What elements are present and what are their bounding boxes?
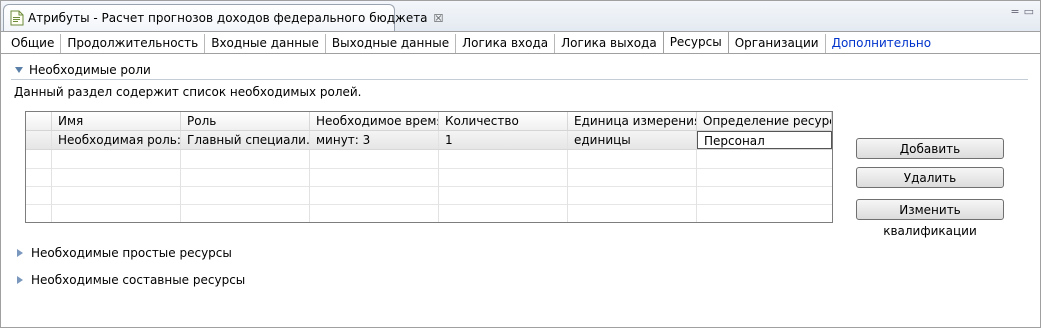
column-header[interactable]: Определение ресурса <box>697 112 832 130</box>
column-header[interactable]: Имя <box>52 112 181 130</box>
table-header-row: Имя Роль Необходимое время Количество Ед… <box>26 112 832 131</box>
window-controls: = ▭ <box>1010 5 1034 18</box>
column-header[interactable] <box>26 112 52 130</box>
composite-resources-section-header[interactable]: Необходимые составные ресурсы <box>15 273 245 287</box>
section-divider <box>11 79 1028 80</box>
column-header[interactable]: Роль <box>181 112 310 130</box>
empty-table-row <box>26 150 832 169</box>
tab-organizations[interactable]: Организации <box>729 34 826 53</box>
roles-section-header[interactable]: Необходимые роли <box>15 63 151 77</box>
change-qualifications-button[interactable]: Изменить квалификации <box>856 199 1004 238</box>
tab-inputs[interactable]: Входные данные <box>205 34 326 53</box>
tab-general[interactable]: Общие <box>5 34 62 53</box>
page-tabs: Общие Продолжительность Входные данные В… <box>5 31 938 54</box>
empty-table-row <box>26 204 832 222</box>
roles-section-title: Необходимые роли <box>29 63 151 77</box>
minimize-icon[interactable]: = <box>1010 5 1019 18</box>
simple-resources-title: Необходимые простые ресурсы <box>31 246 232 260</box>
table-cell[interactable]: 1 <box>439 131 568 149</box>
roles-table: Имя Роль Необходимое время Количество Ед… <box>25 111 833 223</box>
empty-table-row <box>26 186 832 205</box>
tabs-divider <box>1 53 1040 54</box>
composite-resources-title: Необходимые составные ресурсы <box>31 273 246 287</box>
tab-resources[interactable]: Ресурсы <box>662 31 729 54</box>
close-icon[interactable]: ☒ <box>434 12 444 25</box>
table-cell[interactable]: Необходимая роль:1 <box>52 131 181 149</box>
column-header[interactable]: Количество <box>439 112 568 130</box>
tab-exit-logic[interactable]: Логика выхода <box>555 34 663 53</box>
roles-description: Данный раздел содержит список необходимы… <box>14 85 362 99</box>
column-header[interactable]: Единица измерения <box>568 112 697 130</box>
editor-tab[interactable]: Атрибуты - Расчет прогнозов доходов феде… <box>3 4 443 31</box>
editor-tab-strip: Атрибуты - Расчет прогнозов доходов феде… <box>1 1 1040 32</box>
empty-table-row <box>26 168 832 187</box>
table-row[interactable]: Необходимая роль:1 Главный специали... м… <box>26 131 832 150</box>
editor-frame: Атрибуты - Расчет прогнозов доходов феде… <box>0 0 1041 328</box>
collapsed-triangle-icon <box>17 249 23 257</box>
tab-additional[interactable]: Дополнительно <box>826 34 938 53</box>
tab-outputs[interactable]: Выходные данные <box>326 34 457 53</box>
expanded-triangle-icon <box>15 67 23 73</box>
delete-button[interactable]: Удалить <box>856 167 1004 188</box>
resource-definition-editor[interactable]: Персонал <box>697 131 832 149</box>
maximize-icon[interactable]: ▭ <box>1024 5 1034 18</box>
collapsed-triangle-icon <box>17 276 23 284</box>
simple-resources-section-header[interactable]: Необходимые простые ресурсы <box>15 246 232 260</box>
tab-entry-logic[interactable]: Логика входа <box>456 34 556 53</box>
document-icon <box>10 10 24 26</box>
column-header[interactable]: Необходимое время <box>310 112 439 130</box>
tab-duration[interactable]: Продолжительность <box>61 34 206 53</box>
table-cell[interactable]: единицы <box>568 131 697 149</box>
editor-title: Атрибуты - Расчет прогнозов доходов феде… <box>28 11 428 25</box>
table-cell[interactable]: Главный специали... <box>181 131 310 149</box>
add-button[interactable]: Добавить <box>856 138 1004 159</box>
table-cell[interactable]: минут: 3 <box>310 131 439 149</box>
table-cell[interactable] <box>26 131 52 149</box>
